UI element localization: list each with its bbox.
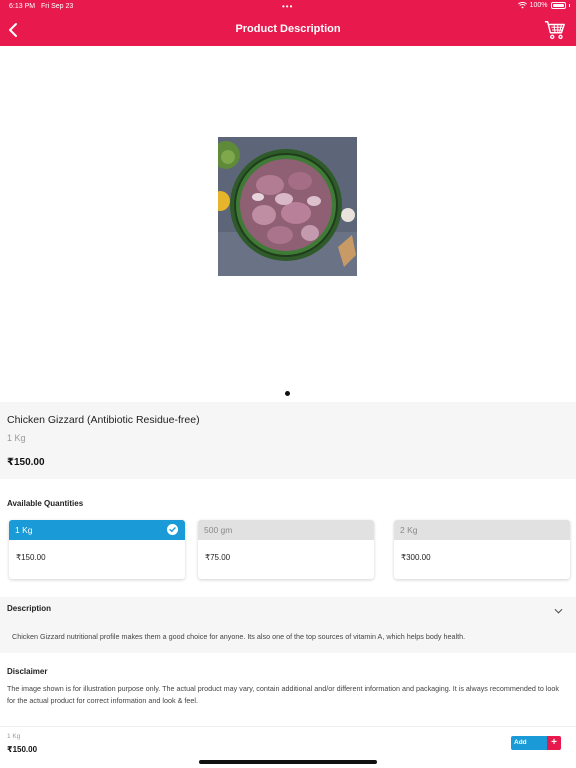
description-section[interactable]: Description Chicken Gizzard nutritional …: [0, 597, 576, 653]
battery-icon: [550, 2, 566, 9]
product-image: [218, 137, 357, 276]
quantity-option-label: 1 Kg: [15, 525, 33, 535]
disclaimer-text: The image shown is for illustration purp…: [7, 684, 560, 705]
quantity-option-500gm[interactable]: 500 gm ₹75.00: [198, 520, 374, 579]
carousel-page-dot[interactable]: [285, 391, 290, 396]
quantities-heading: Available Quantities: [7, 499, 84, 508]
check-icon: [167, 524, 178, 535]
status-date: Fri Sep 23: [41, 3, 74, 10]
page-title: Product Description: [235, 23, 341, 35]
add-button-label: Add: [511, 736, 547, 750]
add-to-cart-button[interactable]: Add +: [511, 736, 561, 750]
product-unit: 1 Kg: [7, 433, 26, 443]
status-time: 6:13 PM: [9, 3, 36, 10]
bottom-cart-bar: 1 Kg ₹150.00 Add +: [0, 726, 576, 768]
battery-tip: [568, 4, 570, 7]
status-right: 100%: [517, 2, 570, 9]
cart-icon[interactable]: [544, 19, 566, 41]
battery-percent: 100%: [529, 2, 548, 9]
cart-unit: 1 Kg: [7, 733, 21, 740]
quantity-option-label: 500 gm: [204, 525, 233, 535]
nav-bar: Product Description: [0, 14, 576, 46]
status-bar: 6:13 PM Fri Sep 23 ••• 100%: [0, 0, 576, 14]
home-indicator[interactable]: [199, 760, 377, 764]
quantity-option-label: 2 Kg: [400, 525, 418, 535]
product-price: ₹150.00: [7, 457, 45, 468]
description-text: Chicken Gizzard nutritional profile make…: [12, 632, 466, 641]
product-name: Chicken Gizzard (Antibiotic Residue-free…: [7, 414, 200, 426]
quantity-option-1kg[interactable]: 1 Kg ₹150.00: [9, 520, 185, 579]
wifi-icon: [517, 2, 527, 9]
product-image-carousel[interactable]: [0, 46, 576, 402]
chevron-down-icon[interactable]: [554, 608, 563, 614]
description-heading: Description: [7, 604, 52, 613]
product-info: Chicken Gizzard (Antibiotic Residue-free…: [0, 402, 576, 479]
disclaimer-heading: Disclaimer: [7, 667, 48, 676]
quantity-option-price: ₹300.00: [401, 553, 431, 562]
quantity-option-price: ₹75.00: [205, 553, 231, 562]
multitasking-dots[interactable]: •••: [282, 2, 293, 11]
app-header: 6:13 PM Fri Sep 23 ••• 100% Product Desc…: [0, 0, 576, 46]
quantity-option-price: ₹150.00: [16, 553, 46, 562]
quantity-option-header: 2 Kg: [394, 520, 570, 540]
quantity-option-2kg[interactable]: 2 Kg ₹300.00: [394, 520, 570, 579]
quantity-option-header: 500 gm: [198, 520, 374, 540]
plus-icon: +: [547, 736, 561, 750]
quantity-option-header: 1 Kg: [9, 520, 185, 540]
cart-price: ₹150.00: [7, 745, 38, 754]
